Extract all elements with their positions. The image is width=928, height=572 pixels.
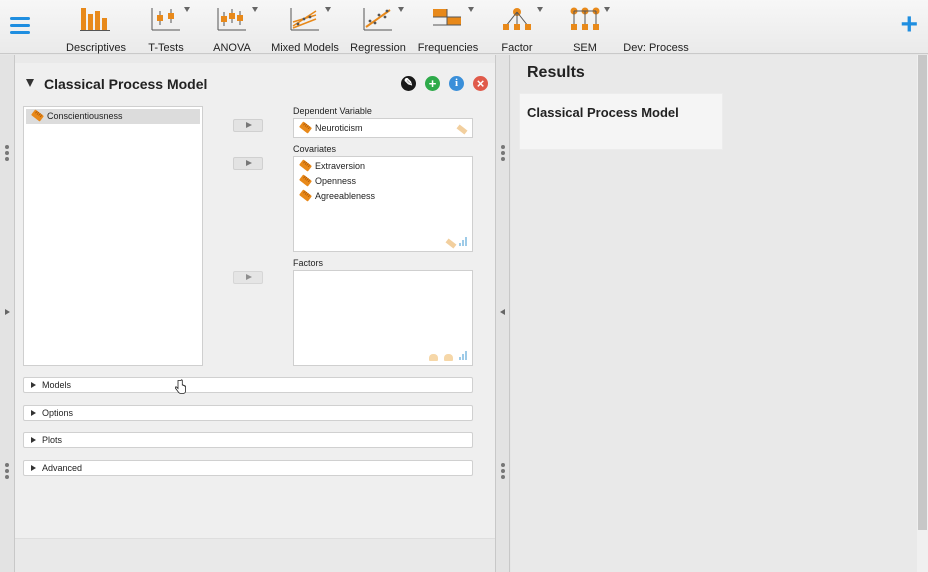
hand-pointer-cursor-icon [175,379,186,394]
data-panel-collapsed-strip[interactable] [0,55,15,572]
ribbon-factor-label: Factor [501,42,533,54]
ribbon-regression-button[interactable]: Regression [348,4,408,54]
ribbon-descriptives-button[interactable]: Descriptives [64,4,128,54]
dependent-variable-value: Neuroticism [315,123,363,133]
ribbon-mixed-models-button[interactable]: Mixed Models [270,4,340,54]
nominal-type-hint-icon [429,354,438,361]
ribbon-sem-label: SEM [573,42,597,54]
ribbon-dev-process-label: Dev: Process [623,42,689,54]
ribbon-descriptives-label: Descriptives [66,42,126,54]
covariate-item[interactable]: Openness [294,174,472,189]
covariate-item[interactable]: Agreeableness [294,189,472,204]
ribbon-dev-process-button[interactable]: Dev: Process [622,4,690,54]
ribbon-mixed-models-label: Mixed Models [271,42,339,54]
hamburger-menu-icon[interactable] [10,17,30,35]
assign-covariates-arrow-button[interactable] [233,157,263,170]
results-heading: Results [527,64,585,81]
ribbon-anova-button[interactable]: ANOVA [206,4,258,54]
regression-dropdown-caret-icon [398,7,404,12]
variable-item-conscientiousness[interactable]: Conscientiousness [26,109,200,124]
left-grip-bottom-icon[interactable] [5,463,9,481]
ordinal-type-hint-icon [459,351,469,360]
scale-variable-icon [31,109,44,122]
analysis-title[interactable]: Classical Process Model [44,76,207,92]
covariate-label: Extraversion [315,161,366,171]
ribbon-toolbar: Descriptives T-Tests ANOVA Mixed Models … [0,0,928,54]
covariate-label: Agreeableness [315,191,376,201]
anova-dropdown-caret-icon [252,7,258,12]
dependent-variable-label: Dependent Variable [293,106,372,116]
variable-label: Conscientiousness [47,111,123,121]
factors-list[interactable] [293,270,473,366]
expand-data-panel-icon[interactable] [5,309,10,315]
covariates-label: Covariates [293,144,337,154]
descriptives-icon [79,6,113,32]
info-icon[interactable]: i [449,76,464,91]
results-scrollbar[interactable] [917,55,928,572]
assign-dependent-arrow-button[interactable] [233,119,263,132]
assign-factors-arrow-button[interactable] [233,271,263,284]
sem-dropdown-caret-icon [604,7,610,12]
duplicate-plus-icon[interactable]: + [425,76,440,91]
left-grip-top-icon[interactable] [5,145,9,163]
dependent-variable-item[interactable]: Neuroticism [294,121,472,136]
analysis-options-panel: Classical Process Model ✎ + i × Conscien… [15,55,495,572]
collapse-results-icon[interactable] [500,309,505,315]
frequencies-icon [431,6,465,32]
scale-type-hint-icon [445,238,457,249]
mixed-models-icon [288,6,322,32]
covariates-list[interactable]: Extraversion Openness Agreeableness [293,156,473,252]
results-panel: Results Classical Process Model [511,55,917,572]
section-options[interactable]: Options [23,405,473,421]
ribbon-regression-label: Regression [350,42,406,54]
factor-icon [500,6,534,32]
ribbon-ttests-button[interactable]: T-Tests [140,4,192,54]
dependent-variable-box[interactable]: Neuroticism [293,118,473,138]
anova-icon [215,6,249,32]
analysis-form: Classical Process Model ✎ + i × Conscien… [15,63,495,539]
add-module-plus-icon[interactable]: + [900,10,918,40]
scale-variable-icon [299,174,312,187]
close-analysis-icon[interactable]: × [473,76,488,91]
frequencies-dropdown-caret-icon [468,7,474,12]
splitter-grip-top-icon[interactable] [501,145,505,163]
sem-icon [568,6,602,32]
edit-pencil-icon[interactable]: ✎ [401,76,416,91]
panel-splitter[interactable] [495,55,510,572]
factor-dropdown-caret-icon [537,7,543,12]
collapse-analysis-icon[interactable] [26,79,34,87]
factors-label: Factors [293,258,324,268]
ribbon-anova-label: ANOVA [213,42,251,54]
covariate-label: Openness [315,176,357,186]
scale-variable-icon [299,121,312,134]
section-advanced[interactable]: Advanced [23,460,473,476]
section-plots[interactable]: Plots [23,432,473,448]
ribbon-sem-button[interactable]: SEM [562,4,610,54]
mixed-models-dropdown-caret-icon [325,7,331,12]
scrollbar-thumb[interactable] [918,55,927,530]
ribbon-factor-button[interactable]: Factor [494,4,543,54]
available-variables-list[interactable]: Conscientiousness [23,106,203,366]
regression-icon [361,6,395,32]
ribbon-frequencies-button[interactable]: Frequencies [416,4,480,54]
nominal-text-type-hint-icon [444,354,453,361]
ttests-icon [149,6,183,32]
results-analysis-card[interactable]: Classical Process Model [519,93,723,150]
ttests-dropdown-caret-icon [184,7,190,12]
ribbon-ttests-label: T-Tests [148,42,184,54]
section-models[interactable]: Models [23,377,473,393]
scale-variable-icon [299,159,312,172]
ordinal-type-hint-icon [459,237,469,246]
results-card-title: Classical Process Model [527,105,679,120]
scale-variable-icon [299,189,312,202]
covariate-item[interactable]: Extraversion [294,159,472,174]
splitter-grip-bottom-icon[interactable] [501,463,505,481]
ribbon-frequencies-label: Frequencies [417,42,479,54]
